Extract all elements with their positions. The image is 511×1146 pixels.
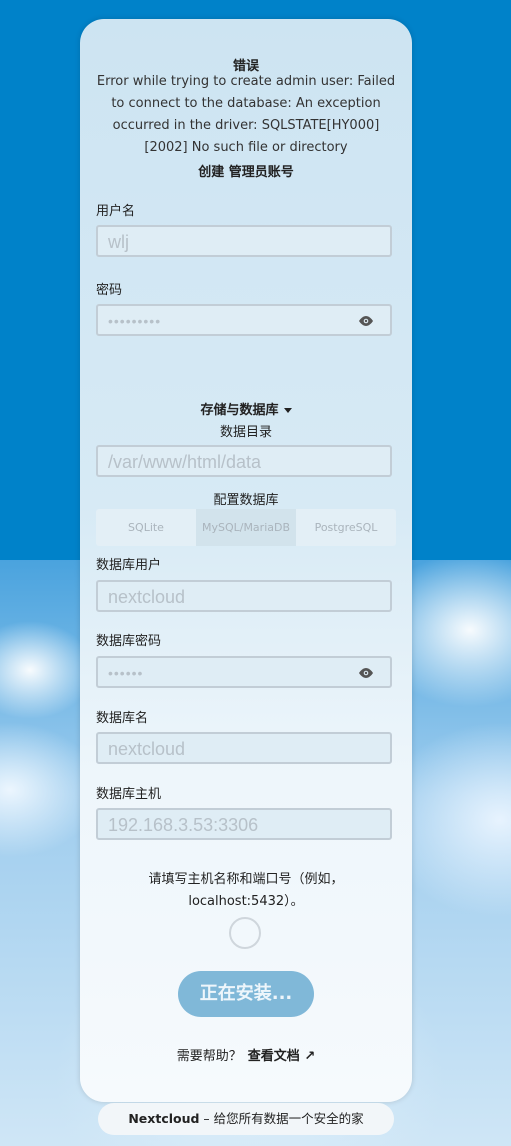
storage-toggle-label: 存储与数据库 [200,403,279,418]
datadir-label: 数据目录 [219,425,272,440]
tab-mysql[interactable]: MySQL/MariaDB [196,509,296,546]
error-message: Error while trying to create admin user:… [96,74,396,155]
password-input[interactable]: ••••••••• [96,304,392,336]
db-host-input[interactable]: 192.168.3.53:3306 [96,808,392,840]
docs-link[interactable]: 查看文档 ↗ [248,1049,315,1064]
tab-postgresql[interactable]: PostgreSQL [296,509,396,546]
footer-brand[interactable]: Nextcloud [128,1111,199,1126]
install-button[interactable]: 正在安装... [178,971,314,1017]
db-user-input[interactable]: nextcloud [96,580,392,612]
footer-text: – 给您所有数据一个安全的家 [199,1111,364,1126]
datadir-input[interactable]: /var/www/html/data [96,445,392,477]
db-pass-label: 数据库密码 [96,634,162,649]
show-db-password-icon[interactable] [358,666,374,680]
show-password-icon[interactable] [358,314,374,328]
db-pass-input[interactable]: •••••• [96,656,392,688]
storage-database-toggle[interactable]: 存储与数据库 [80,399,412,418]
help-row: 需要帮助？ 查看文档 ↗ [80,1045,412,1064]
caret-down-icon [283,408,292,413]
config-db-label: 配置数据库 [213,493,279,508]
help-text: 需要帮助？ [176,1049,242,1064]
db-pass-value: •••••• [108,665,144,681]
db-name-input[interactable]: nextcloud [96,732,392,764]
db-host-label: 数据库主机 [96,787,162,802]
create-admin-title: 创建 管理员账号 [198,165,294,180]
install-panel: 错误 Error while trying to create admin us… [80,19,412,1102]
loading-spinner [229,917,261,949]
db-name-label: 数据库名 [96,711,149,726]
footer: Nextcloud – 给您所有数据一个安全的家 [98,1103,394,1135]
username-input[interactable]: wlj [96,225,392,257]
tab-sqlite[interactable]: SQLite [96,509,196,546]
db-host-hint: 请填写主机名称和端口号（例如，localhost:5432）。 [148,872,344,909]
username-label: 用户名 [96,204,136,219]
db-type-tabs: SQLite MySQL/MariaDB PostgreSQL [96,509,396,546]
db-user-label: 数据库用户 [96,558,162,573]
password-label: 密码 [96,283,123,298]
password-value: ••••••••• [108,313,162,329]
